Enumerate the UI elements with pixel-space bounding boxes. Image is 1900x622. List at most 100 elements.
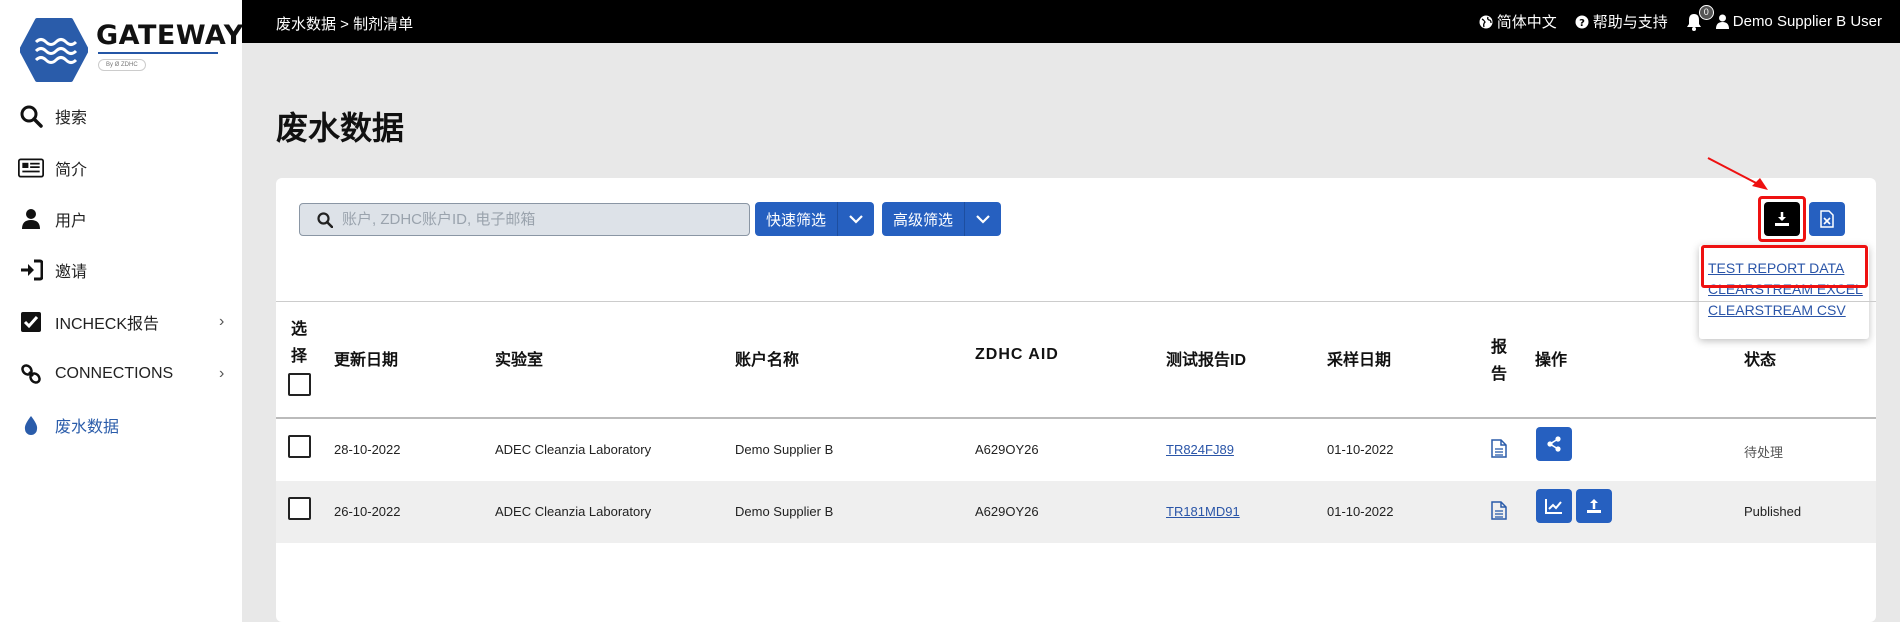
advanced-filter-button[interactable]: 高级筛选 [882,202,1002,236]
table-row[interactable]: 26-10-2022 ADEC Cleanzia Laboratory Demo… [276,481,1876,543]
line-chart-icon [1545,499,1562,514]
search-icon [317,211,333,228]
row-checkbox[interactable] [288,497,311,520]
column-header-account[interactable]: 账户名称 [735,346,799,370]
data-card: 快速筛选 高级筛选 TEST REPORT DATA CLEARSTREAM E… [276,178,1876,622]
notifications-button[interactable]: 0 [1686,4,1714,31]
sidebar-item-search[interactable]: 搜索 [0,96,242,136]
sidebar-item-label: 邀请 [55,264,88,281]
chart-button[interactable] [1536,489,1572,523]
zdhc-hexagon-logo-icon [20,18,88,82]
status-text: 待处理 [1744,445,1784,460]
column-header-lab[interactable]: 实验室 [495,346,543,370]
sidebar-item-label: 用户 [55,213,88,230]
chevron-down-icon[interactable] [965,202,1002,236]
cell-updated: 28-10-2022 [334,442,401,457]
chevron-down-icon[interactable] [838,202,875,236]
sidebar-item-label: 简介 [55,162,88,179]
row-checkbox[interactable] [288,435,311,458]
table-row[interactable]: 28-10-2022 ADEC Cleanzia Laboratory Demo… [276,419,1876,481]
download-icon [1775,212,1789,226]
question-circle-icon: ? [1575,15,1589,29]
globe-icon [1479,15,1493,28]
column-header-report-id[interactable]: 测试报告ID [1166,346,1246,370]
column-header-report-1: 报 [1491,339,1508,356]
user-icon [18,206,44,232]
sidebar-item-label: CONNECTIONS [55,365,174,382]
sidebar-item-profile[interactable]: 简介 [0,148,242,188]
newspaper-icon [18,155,44,181]
cell-lab: ADEC Cleanzia Laboratory [495,442,652,457]
report-id-link[interactable]: TR181MD91 [1166,504,1240,519]
quick-filter-label[interactable]: 快速筛选 [755,202,839,236]
upload-icon [1587,499,1601,513]
sign-in-icon [18,257,44,283]
sidebar-item-label: INCHECK报告 [55,316,160,333]
sidebar-item-label: 废水数据 [55,419,120,436]
top-bar: 废水数据 > 制剂清单 简体中文 ? 帮助与支持 0 Demo Supplier… [242,0,1900,43]
sidebar-item-wastewater[interactable]: 废水数据 [0,405,242,445]
download-button[interactable] [1764,202,1800,236]
advanced-filter-label[interactable]: 高级筛选 [882,202,966,236]
menu-highlight-frame [1701,245,1868,288]
help-label: 帮助与支持 [1592,14,1668,31]
help-link[interactable]: ? 帮助与支持 [1575,11,1668,32]
user-icon [1715,14,1729,29]
share-icon [1547,436,1561,452]
sidebar-item-label: 搜索 [55,110,88,127]
chevron-right-icon: › [219,365,225,382]
logo-wordmark: GATEWAY [96,20,244,51]
column-header-select-1: 选 [291,321,308,338]
column-header-aid[interactable]: ZDHC AID [975,346,1059,364]
quick-filter-button[interactable]: 快速筛选 [755,202,875,236]
sidebar: GATEWAY By Ø ZDHC 搜索 简介 用户 邀请 INCHECK报告 … [0,0,243,622]
search-box[interactable] [299,203,750,236]
cell-account: Demo Supplier B [735,504,834,519]
checkbox-icon [18,309,44,335]
file-excel-icon [1820,210,1834,228]
cell-aid: A629OY26 [975,504,1039,519]
logo-by-zdhc: By Ø ZDHC [98,59,146,71]
notification-badge: 0 [1698,4,1714,20]
logo-underline [98,52,218,54]
search-input[interactable] [342,211,722,228]
annotation-arrow-icon [1707,157,1768,190]
document-icon[interactable] [1491,439,1507,458]
share-button[interactable] [1536,427,1572,461]
gateway-logo[interactable]: GATEWAY By Ø ZDHC [20,18,243,82]
link-icon [18,361,44,387]
report-id-link[interactable]: TR824FJ89 [1166,442,1234,457]
column-header-updated[interactable]: 更新日期 [334,346,398,370]
sidebar-item-users[interactable]: 用户 [0,199,242,239]
table-top-divider [276,301,1876,302]
cell-lab: ADEC Cleanzia Laboratory [495,504,652,519]
svg-text:?: ? [1579,18,1585,29]
page-title: 废水数据 [276,110,405,146]
column-header-status[interactable]: 状态 [1744,346,1776,370]
language-selector[interactable]: 简体中文 [1479,11,1557,32]
sidebar-item-invite[interactable]: 邀请 [0,250,242,290]
breadcrumb[interactable]: 废水数据 > 制剂清单 [276,13,413,34]
droplet-icon [18,412,44,438]
select-all-checkbox[interactable] [288,373,311,396]
column-header-report-2: 告 [1491,366,1508,383]
chevron-right-icon: › [219,313,225,330]
cell-sample-date: 01-10-2022 [1327,504,1394,519]
sidebar-item-connections[interactable]: CONNECTIONS › [0,354,242,394]
cell-sample-date: 01-10-2022 [1327,442,1394,457]
cell-updated: 26-10-2022 [334,504,401,519]
document-icon[interactable] [1491,501,1507,520]
export-excel-button[interactable] [1809,202,1845,236]
user-name: Demo Supplier B User [1732,13,1882,30]
status-text: Published [1744,504,1802,519]
upload-button[interactable] [1576,489,1612,523]
language-label: 简体中文 [1496,14,1557,31]
column-header-select-2: 择 [291,348,308,365]
cell-aid: A629OY26 [975,442,1039,457]
column-header-sample-date[interactable]: 采样日期 [1327,346,1391,370]
sidebar-item-incheck[interactable]: INCHECK报告 › [0,302,242,342]
user-menu[interactable]: Demo Supplier B User [1715,13,1882,30]
menu-item-clearstream-csv[interactable]: CLEARSTREAM CSV [1708,302,1846,318]
search-icon [18,103,44,129]
column-header-actions: 操作 [1535,352,1568,369]
